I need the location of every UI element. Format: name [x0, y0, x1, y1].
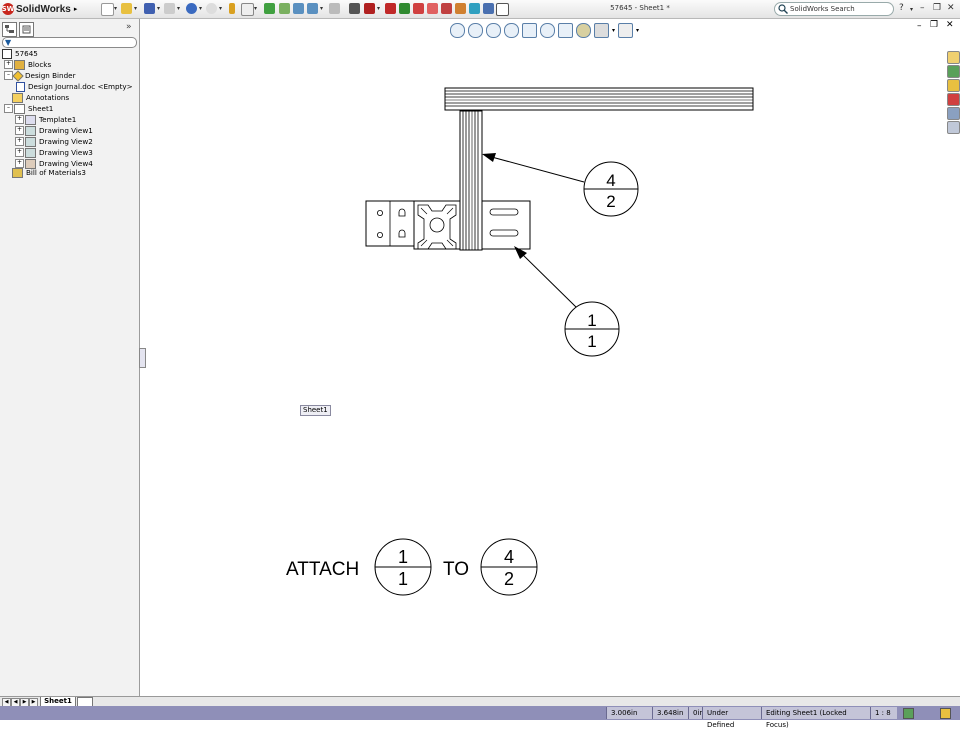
status-scale[interactable]: 1 : 8 — [870, 707, 897, 719]
close-button[interactable]: ✕ — [947, 3, 955, 13]
bracket-right-plate[interactable] — [481, 200, 531, 250]
status-editing: Editing Sheet1 (Locked Focus) — [761, 707, 870, 729]
vertical-extrusion[interactable] — [459, 110, 483, 251]
horizontal-extrusion[interactable] — [444, 87, 754, 111]
resources-icon[interactable] — [947, 51, 960, 64]
leader-top[interactable] — [482, 153, 585, 183]
doc-minimize-button[interactable]: – — [917, 21, 922, 31]
instruction-to-qty: 2 — [504, 569, 514, 589]
instruction-to-text: TO — [443, 559, 469, 580]
file-explorer-icon[interactable] — [947, 79, 960, 92]
balloon-bottom-item: 1 — [587, 311, 596, 330]
instruction-from-item: 1 — [398, 547, 408, 567]
instruction-from-qty: 1 — [398, 569, 408, 589]
rebuild-status-icon[interactable] — [903, 708, 914, 719]
doc-restore-button[interactable]: ❐ — [930, 20, 938, 30]
balloon-top-item: 4 — [606, 171, 615, 190]
bracket-left-plate[interactable] — [365, 200, 415, 247]
status-definition: Under Defined — [702, 707, 761, 729]
search-results-icon[interactable] — [947, 93, 960, 106]
instruction-to-item: 4 — [504, 547, 514, 567]
leader-bottom[interactable] — [514, 246, 577, 308]
sheet-format-label[interactable]: Sheet1 — [300, 405, 331, 416]
view-palette-icon[interactable] — [947, 107, 960, 120]
balloon-top-qty: 2 — [606, 192, 615, 211]
extrusion-profile[interactable] — [413, 200, 461, 250]
custom-properties-icon[interactable] — [947, 121, 960, 134]
instruction-attach-text: ATTACH — [286, 559, 359, 580]
status-x-coord: 3.006in — [606, 707, 653, 719]
doc-close-button[interactable]: ✕ — [946, 20, 954, 30]
balloon-bottom-qty: 1 — [587, 332, 596, 351]
drawing-canvas[interactable]: 4 2 1 1 ATTACH TO 1 1 4 2 — [0, 0, 945, 696]
quick-tips-icon[interactable] — [940, 708, 951, 719]
design-library-icon[interactable] — [947, 65, 960, 78]
